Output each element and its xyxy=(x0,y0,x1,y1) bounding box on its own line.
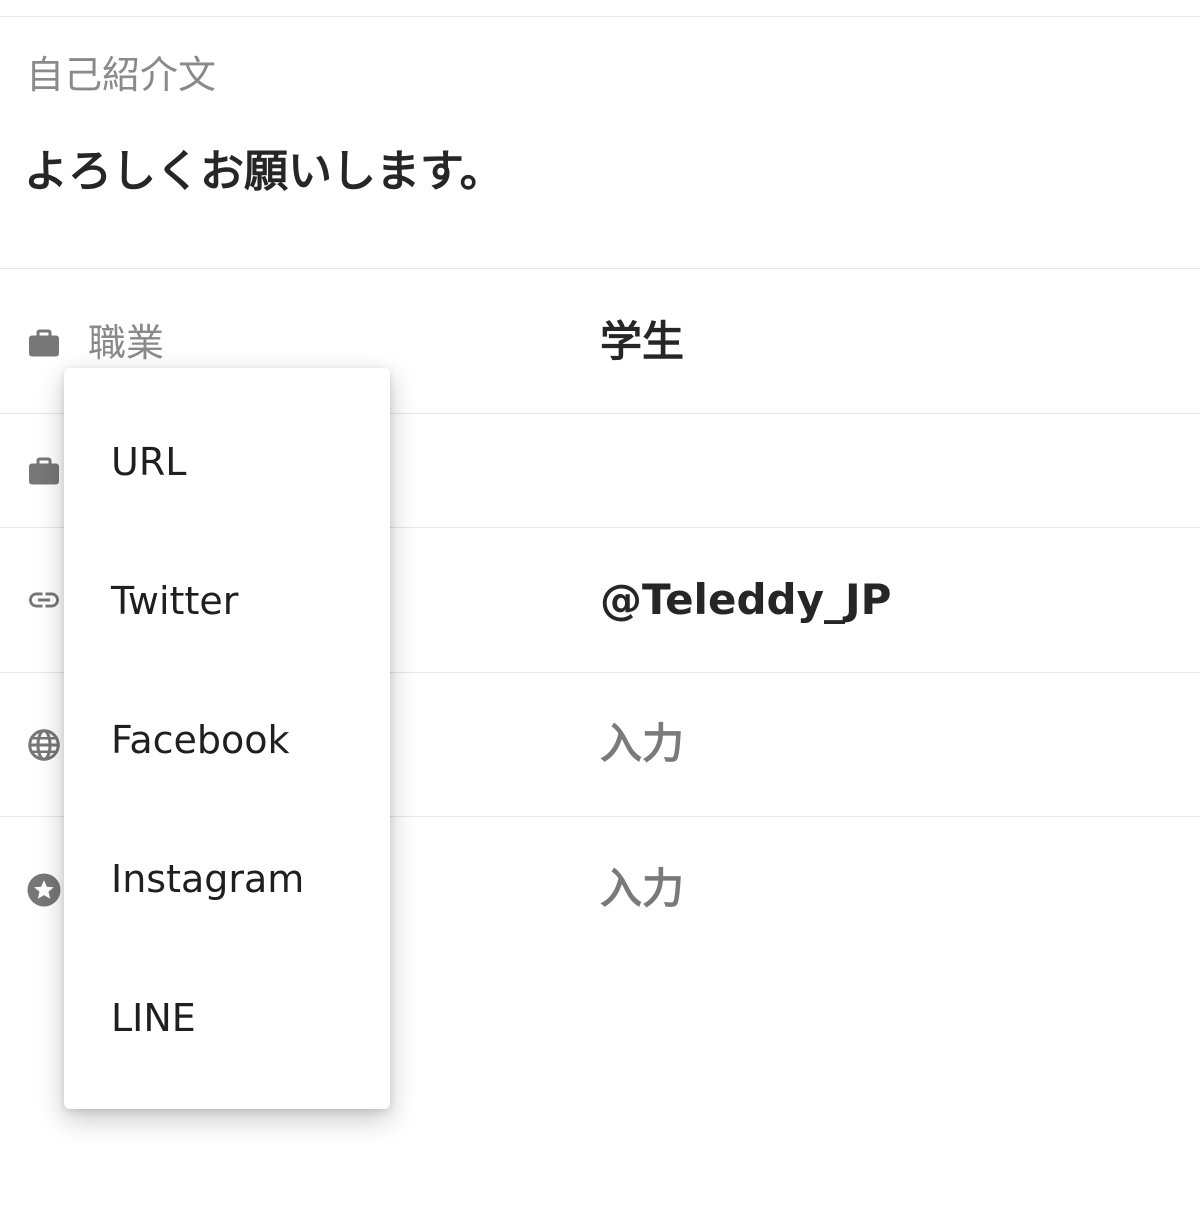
briefcase-icon xyxy=(29,457,59,485)
globe-icon xyxy=(28,729,60,761)
menu-item-line[interactable]: LINE xyxy=(64,948,390,1087)
link-type-menu: URL Twitter Facebook Instagram LINE xyxy=(64,368,390,1109)
briefcase-icon xyxy=(29,329,59,357)
menu-item-url[interactable]: URL xyxy=(64,392,390,531)
menu-item-twitter[interactable]: Twitter xyxy=(64,531,390,670)
bio-text[interactable]: よろしくお願いします。 xyxy=(24,142,504,202)
occupation-value[interactable]: 学生 xyxy=(600,314,684,370)
star-circle-icon xyxy=(27,873,61,907)
bio-label: 自己紹介文 xyxy=(26,53,217,97)
menu-item-instagram[interactable]: Instagram xyxy=(64,809,390,948)
top-divider xyxy=(0,16,1200,17)
link-value[interactable]: @Teleddy_JP xyxy=(600,572,891,628)
website-input[interactable]: 入力 xyxy=(600,716,684,772)
menu-item-facebook[interactable]: Facebook xyxy=(64,670,390,809)
favorite-input[interactable]: 入力 xyxy=(600,861,684,917)
link-icon xyxy=(29,592,59,608)
bio-divider xyxy=(0,268,1200,269)
occupation-label: 職業 xyxy=(88,321,165,365)
